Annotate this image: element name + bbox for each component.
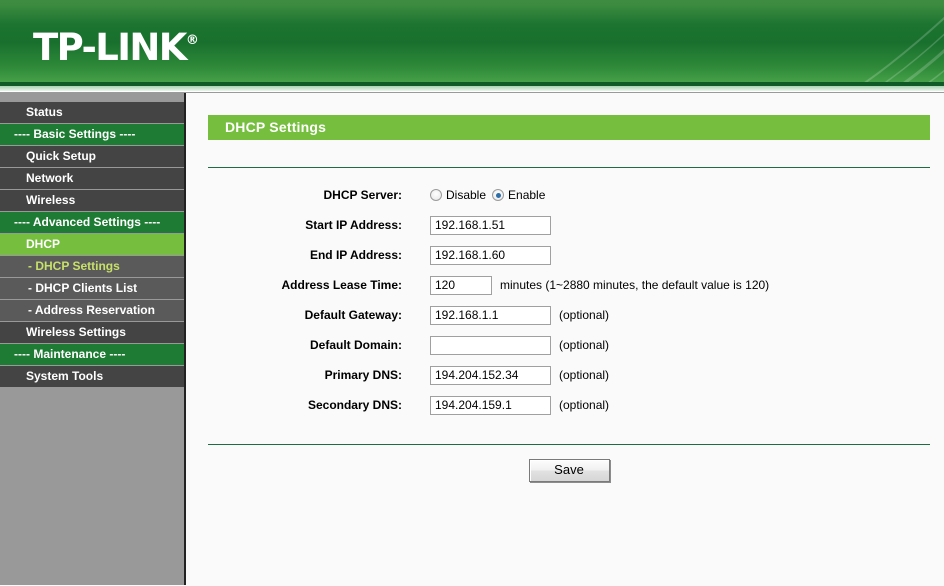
default-gateway-input[interactable] <box>430 305 551 325</box>
divider-top <box>208 167 930 168</box>
label-lease-time: Address Lease Time: <box>281 278 403 292</box>
sidebar-item-address-reservation[interactable]: - Address Reservation <box>0 300 184 321</box>
secondary-dns-hint: (optional) <box>559 398 610 412</box>
form-row-start-ip: Start IP Address: <box>208 212 930 238</box>
label-primary-dns: Primary DNS: <box>324 368 402 382</box>
form-row-primary-dns: Primary DNS: (optional) <box>208 362 930 388</box>
label-dhcp-server: DHCP Server: <box>323 188 402 202</box>
lease-time-input[interactable] <box>430 275 492 295</box>
sidebar-item-wireless-settings[interactable]: Wireless Settings <box>0 322 184 343</box>
secondary-dns-input[interactable] <box>430 395 551 415</box>
radio-disable-label: Disable <box>446 188 487 202</box>
lease-time-hint: minutes (1~2880 minutes, the default val… <box>500 278 770 292</box>
form-row-default-gateway: Default Gateway: (optional) <box>208 302 930 328</box>
sidebar: Status ---- Basic Settings ---- Quick Setu… <box>0 93 186 585</box>
form-row-dhcp-server: DHCP Server: Disable Enable <box>208 182 930 208</box>
sidebar-item-network[interactable]: Network <box>0 168 184 189</box>
divider-bottom <box>208 444 930 445</box>
label-secondary-dns: Secondary DNS: <box>307 398 402 412</box>
sidebar-item-dhcp-clients-list[interactable]: - DHCP Clients List <box>0 278 184 299</box>
primary-dns-hint: (optional) <box>559 368 610 382</box>
page-header: TP-LINK® <box>0 0 944 82</box>
label-default-domain: Default Domain: <box>309 338 402 352</box>
body-wrapper: Status ---- Basic Settings ---- Quick Setu… <box>0 93 944 585</box>
sidebar-item-maintenance: ---- Maintenance ---- <box>0 344 184 365</box>
form-row-default-domain: Default Domain: (optional) <box>208 332 930 358</box>
save-button[interactable]: Save <box>528 459 610 482</box>
label-end-ip: End IP Address: <box>309 248 402 262</box>
radio-disable-icon[interactable] <box>430 189 442 201</box>
radio-enable-icon[interactable] <box>492 189 505 201</box>
default-gateway-hint: (optional) <box>559 308 610 322</box>
radio-option-enable[interactable]: Enable <box>492 188 545 202</box>
brand-logo: TP-LINK® <box>33 20 199 69</box>
content-area: DHCP Settings DHCP Server: Disable Enabl… <box>186 93 944 585</box>
start-ip-input[interactable] <box>430 215 551 235</box>
registered-trademark-icon: ® <box>185 33 199 48</box>
sidebar-item-wireless[interactable]: Wireless <box>0 190 184 211</box>
radio-enable-label: Enable <box>508 188 546 202</box>
page-title: DHCP Settings <box>208 115 930 140</box>
default-domain-hint: (optional) <box>559 338 610 352</box>
sidebar-item-basic-settings: ---- Basic Settings ---- <box>0 124 184 145</box>
radio-option-disable[interactable]: Disable <box>430 188 486 202</box>
sidebar-item-dhcp[interactable]: DHCP <box>0 234 184 255</box>
form-row-lease-time: Address Lease Time: minutes (1~2880 minu… <box>208 272 930 298</box>
dhcp-server-radio-group: Disable Enable <box>430 188 545 202</box>
label-default-gateway: Default Gateway: <box>304 308 402 322</box>
sidebar-item-dhcp-settings[interactable]: - DHCP Settings <box>0 256 184 277</box>
label-start-ip: Start IP Address: <box>305 218 402 232</box>
end-ip-input[interactable] <box>430 245 551 265</box>
default-domain-input[interactable] <box>430 335 551 355</box>
sidebar-item-status[interactable]: Status <box>0 102 184 123</box>
sidebar-menu: Status ---- Basic Settings ---- Quick Setu… <box>0 102 184 387</box>
dhcp-settings-form: DHCP Server: Disable Enable Start IP Add… <box>208 182 930 482</box>
sidebar-item-system-tools[interactable]: System Tools <box>0 366 184 387</box>
primary-dns-input[interactable] <box>430 365 551 385</box>
sidebar-item-quick-setup[interactable]: Quick Setup <box>0 146 184 167</box>
brand-logo-text: TP-LINK <box>33 26 187 69</box>
router-admin-page: TP-LINK® Status ---- Basic Settings ---- Q… <box>0 0 944 586</box>
save-button-container: Save <box>208 459 930 482</box>
form-row-end-ip: End IP Address: <box>208 242 930 268</box>
header-swoosh-decoration <box>864 16 944 82</box>
sidebar-item-advanced-settings: ---- Advanced Settings ---- <box>0 212 184 233</box>
form-row-secondary-dns: Secondary DNS: (optional) <box>208 392 930 418</box>
